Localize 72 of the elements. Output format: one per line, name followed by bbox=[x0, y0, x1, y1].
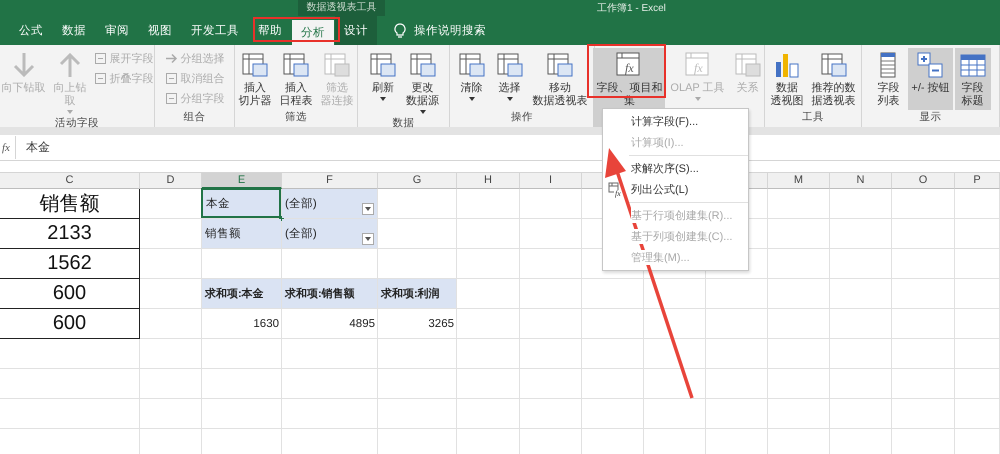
filter-dropdown-button[interactable] bbox=[362, 203, 374, 215]
ribbon-tab[interactable]: 设计 bbox=[335, 16, 377, 45]
caret-icon bbox=[67, 110, 73, 114]
pivot-value: 1630 bbox=[252, 316, 280, 332]
ribbon-button[interactable]: +/- 按钮 bbox=[908, 48, 953, 110]
column-header[interactable]: O bbox=[892, 173, 955, 189]
ribbon-button[interactable]: 数据 透视图 bbox=[768, 48, 806, 110]
column-header[interactable]: N bbox=[830, 173, 892, 189]
ribbon-tab[interactable]: 审阅 bbox=[96, 16, 138, 45]
ribbon-tab[interactable]: 分析 bbox=[292, 20, 334, 45]
pivot-value: 4895 bbox=[348, 316, 376, 332]
filter-dropdown-button[interactable] bbox=[362, 233, 374, 245]
column-header[interactable]: C bbox=[0, 173, 140, 189]
caret-icon bbox=[694, 97, 700, 101]
group-label: 操作 bbox=[510, 110, 534, 125]
column-header[interactable]: I bbox=[520, 173, 582, 189]
window-title: 工作簿1 - Excel bbox=[597, 2, 666, 15]
pivot-header: 求和项:利润 bbox=[378, 279, 456, 308]
column-header[interactable]: P bbox=[955, 173, 1000, 189]
ribbon-button[interactable]: 插入 切片器 bbox=[236, 48, 274, 110]
function-icon[interactable]: fx bbox=[0, 142, 15, 154]
column-header[interactable]: E bbox=[202, 173, 282, 189]
plus-minus-icon bbox=[915, 50, 946, 80]
column-header[interactable]: H bbox=[457, 173, 520, 189]
filter-field-label: 本金 bbox=[201, 188, 281, 218]
filter-value: (全部) bbox=[282, 189, 377, 218]
ribbon-button[interactable]: 字段 列表 bbox=[870, 48, 906, 110]
caret-icon bbox=[420, 110, 426, 114]
column-header[interactable]: G bbox=[378, 173, 457, 189]
group-label: 活动字段 bbox=[54, 116, 100, 131]
tell-me-search[interactable]: 操作说明搜索 bbox=[414, 23, 486, 38]
column-header[interactable]: M bbox=[768, 173, 830, 189]
table-cell-text: 2133 bbox=[46, 221, 93, 246]
ribbon-button[interactable]: 刷新 bbox=[365, 48, 401, 116]
group-label: 显示 bbox=[918, 110, 942, 125]
caret-icon bbox=[365, 207, 371, 211]
ribbon-button[interactable]: 推荐的数 据透视表 bbox=[808, 48, 858, 110]
ribbon-button[interactable]: 清除 bbox=[454, 48, 490, 110]
table-cell-text: 销售额 bbox=[38, 192, 100, 217]
table-cell-text: 600 bbox=[52, 311, 88, 336]
group-label: 组合 bbox=[182, 110, 206, 125]
ribbon-button[interactable]: 移动 数据透视表 bbox=[530, 48, 590, 110]
group-label: 工具 bbox=[801, 110, 825, 125]
ribbon-button[interactable]: 更改 数据源 bbox=[403, 48, 442, 116]
ribbon-tab[interactable]: 帮助 bbox=[249, 16, 291, 45]
caret-icon bbox=[380, 97, 386, 101]
group-label: 筛选 bbox=[284, 110, 308, 125]
arrow-right-icon bbox=[164, 52, 178, 65]
table-cell-text: 1562 bbox=[46, 251, 93, 276]
table-cell-text: 600 bbox=[52, 281, 88, 306]
column-header[interactable]: F bbox=[282, 173, 378, 189]
ribbon-tab[interactable]: 视图 bbox=[139, 16, 181, 45]
filter-value: (全部) bbox=[282, 219, 377, 248]
context-tab-title: 数据透视表工具 bbox=[298, 0, 385, 16]
pivot-header: 求和项:销售额 bbox=[282, 279, 377, 308]
ribbon-button[interactable]: 字段 标题 bbox=[954, 48, 991, 110]
menu-item[interactable]: 求解次序(S)... bbox=[603, 158, 748, 179]
lightbulb-icon bbox=[394, 22, 406, 38]
caret-icon bbox=[506, 97, 512, 101]
pivot-header: 求和项:本金 bbox=[202, 279, 281, 308]
ribbon-button[interactable]: 选择 bbox=[492, 48, 528, 110]
caret-icon bbox=[468, 97, 474, 101]
group-label: 数据 bbox=[392, 116, 416, 131]
column-header[interactable]: D bbox=[140, 173, 202, 189]
ribbon-tab[interactable]: 数据 bbox=[53, 16, 95, 45]
menu-item[interactable]: fx 列出公式(L) bbox=[603, 179, 748, 200]
ribbon-tab[interactable]: 开发工具 bbox=[182, 16, 248, 45]
ribbon-button[interactable]: 插入 日程表 bbox=[276, 48, 316, 110]
caret-icon bbox=[365, 237, 371, 241]
pivot-value: 3265 bbox=[427, 316, 455, 332]
ribbon-tab[interactable]: 公式 bbox=[10, 16, 52, 45]
filter-field-label: 销售额 bbox=[202, 219, 281, 248]
